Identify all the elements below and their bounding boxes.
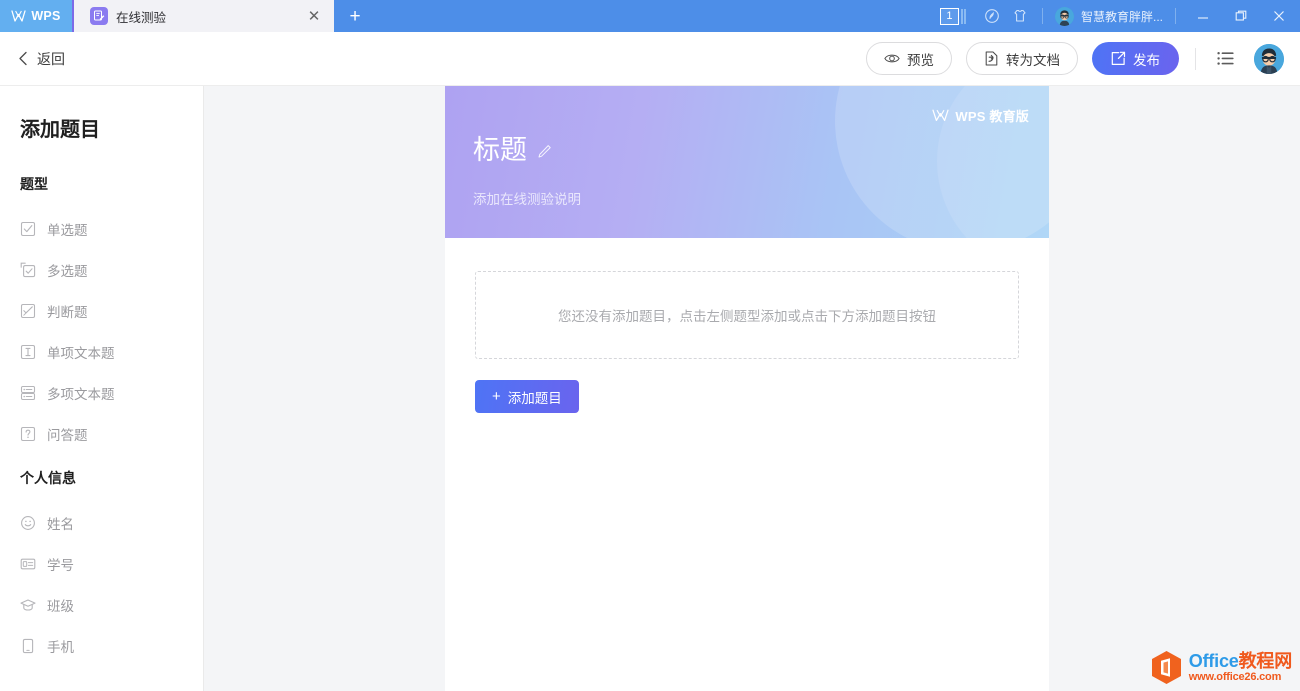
sidebar-item-label: 手机 (47, 636, 74, 656)
close-button[interactable] (1260, 0, 1298, 32)
add-question-button[interactable]: + 添加题目 (475, 380, 579, 413)
sidebar-item-label: 班级 (47, 595, 74, 615)
minimize-button[interactable] (1184, 0, 1222, 32)
watermark-text: Office教程网 www.office26.com (1189, 652, 1292, 683)
quiz-paper: WPS 教育版 标题 添加在线测验说明 您还没有添加题目，点击左侧题型添加或点击… (445, 86, 1049, 691)
toolbar-actions: 预览 转为文档 发布 (866, 42, 1284, 75)
add-question-label: 添加题目 (508, 387, 562, 407)
sidebar-item-essay[interactable]: 问答题 (0, 413, 203, 454)
app-toolbar: 返回 预览 转为文档 发布 (0, 32, 1300, 86)
back-button-label: 返回 (37, 49, 65, 69)
convert-doc-icon (984, 51, 999, 66)
wps-logo-badge[interactable]: WPS (0, 0, 72, 32)
sidebar-item-label: 多选题 (47, 260, 88, 280)
sidebar-item-single-text[interactable]: 单项文本题 (0, 331, 203, 372)
watermark-brand-en: Office (1189, 651, 1239, 671)
office-hex-logo-icon (1150, 650, 1183, 685)
eye-icon (884, 52, 900, 65)
quiz-title-row[interactable]: 标题 (473, 136, 552, 164)
titlebar-spacer (376, 0, 940, 32)
sidebar-item-label: 多项文本题 (47, 383, 115, 403)
empty-state-box: 您还没有添加题目，点击左侧题型添加或点击下方添加题目按钮 (475, 271, 1019, 359)
user-avatar[interactable] (1254, 44, 1284, 74)
sidebar-item-phone[interactable]: 手机 (0, 625, 203, 666)
watermark-brand-cn: 教程网 (1239, 651, 1292, 671)
tab-label: 在线测验 (116, 7, 304, 26)
publish-button-label: 发布 (1133, 49, 1160, 69)
sidebar-item-class[interactable]: 班级 (0, 584, 203, 625)
sidebar-item-single-choice[interactable]: 单选题 (0, 208, 203, 249)
skin-icon[interactable] (1006, 0, 1034, 32)
quiz-hero-banner: WPS 教育版 标题 添加在线测验说明 (445, 86, 1049, 238)
titlebar-divider-2 (1175, 8, 1176, 24)
sidebar-item-student-id[interactable]: 学号 (0, 543, 203, 584)
wps-brand-icon (932, 109, 949, 122)
page-title: 标题 (473, 136, 527, 164)
preview-button-label: 预览 (907, 49, 934, 69)
tab-close-icon[interactable]: ✕ (304, 6, 324, 26)
wps-logo-label: WPS (31, 9, 60, 23)
id-card-icon (20, 556, 36, 572)
preview-button[interactable]: 预览 (866, 42, 952, 75)
essay-question-icon (20, 426, 36, 442)
hero-brand: WPS 教育版 (932, 106, 1029, 125)
single-text-icon (20, 344, 36, 360)
publish-external-icon (1111, 51, 1126, 66)
graduation-cap-icon (20, 597, 36, 613)
titlebar-divider (1042, 8, 1043, 24)
chevron-left-icon (18, 51, 28, 66)
convert-to-doc-button[interactable]: 转为文档 (966, 42, 1078, 75)
window-count-badge[interactable]: 1 (940, 8, 959, 25)
sidebar-item-label: 单选题 (47, 219, 88, 239)
phone-icon (20, 638, 36, 654)
content-area: WPS 教育版 标题 添加在线测验说明 您还没有添加题目，点击左侧题型添加或点击… (204, 86, 1300, 691)
sidebar-heading-question-types: 题型 (0, 174, 203, 194)
cloud-sync-icon[interactable] (978, 0, 1006, 32)
title-bar: WPS 在线测验 ✕ + 1 (0, 0, 1300, 32)
sidebar-item-multi-text[interactable]: 多项文本题 (0, 372, 203, 413)
watermark-brand: Office教程网 (1189, 652, 1292, 670)
true-false-icon (20, 303, 36, 319)
publish-button[interactable]: 发布 (1092, 42, 1179, 75)
wps-logo-icon (11, 10, 26, 23)
account-menu[interactable]: 智慧教育胖胖... (1051, 7, 1167, 26)
sidebar-item-label: 问答题 (47, 424, 88, 444)
single-choice-icon (20, 221, 36, 237)
window-stack-icon (961, 9, 966, 24)
sidebar-item-name[interactable]: 姓名 (0, 502, 203, 543)
maximize-button[interactable] (1222, 0, 1260, 32)
smiley-face-icon (20, 515, 36, 531)
new-tab-button[interactable]: + (334, 0, 376, 32)
sidebar-item-label: 学号 (47, 554, 74, 574)
sidebar-title: 添加题目 (0, 113, 203, 142)
titlebar-right-controls: 1 (940, 0, 1300, 32)
list-view-icon[interactable] (1212, 45, 1240, 73)
hero-brand-label: WPS 教育版 (955, 106, 1029, 125)
sidebar-heading-personal-info: 个人信息 (0, 468, 203, 488)
toolbar-divider (1195, 48, 1196, 70)
sidebar-item-multi-choice[interactable]: 多选题 (0, 249, 203, 290)
convert-to-doc-label: 转为文档 (1006, 49, 1060, 69)
document-edit-icon (90, 7, 108, 25)
pencil-icon[interactable] (537, 144, 552, 159)
browser-tab-online-quiz[interactable]: 在线测验 ✕ (72, 0, 334, 32)
plus-icon: + (492, 389, 501, 404)
avatar (1055, 7, 1074, 26)
account-name: 智慧教育胖胖... (1081, 8, 1163, 25)
watermark: Office教程网 www.office26.com (1150, 650, 1292, 685)
quiz-description-input[interactable]: 添加在线测验说明 (473, 188, 581, 208)
sidebar-gap (0, 454, 203, 468)
sidebar-item-true-false[interactable]: 判断题 (0, 290, 203, 331)
multi-text-icon (20, 385, 36, 401)
sidebar-item-label: 姓名 (47, 513, 74, 533)
back-button[interactable]: 返回 (18, 49, 65, 69)
app-body: 添加题目 题型 单选题 多选题 (0, 86, 1300, 691)
sidebar-item-label: 单项文本题 (47, 342, 115, 362)
multi-choice-icon (20, 262, 36, 278)
empty-state-text: 您还没有添加题目，点击左侧题型添加或点击下方添加题目按钮 (558, 305, 936, 325)
left-sidebar: 添加题目 题型 单选题 多选题 (0, 86, 204, 691)
watermark-url: www.office26.com (1189, 672, 1292, 683)
sidebar-item-label: 判断题 (47, 301, 88, 321)
